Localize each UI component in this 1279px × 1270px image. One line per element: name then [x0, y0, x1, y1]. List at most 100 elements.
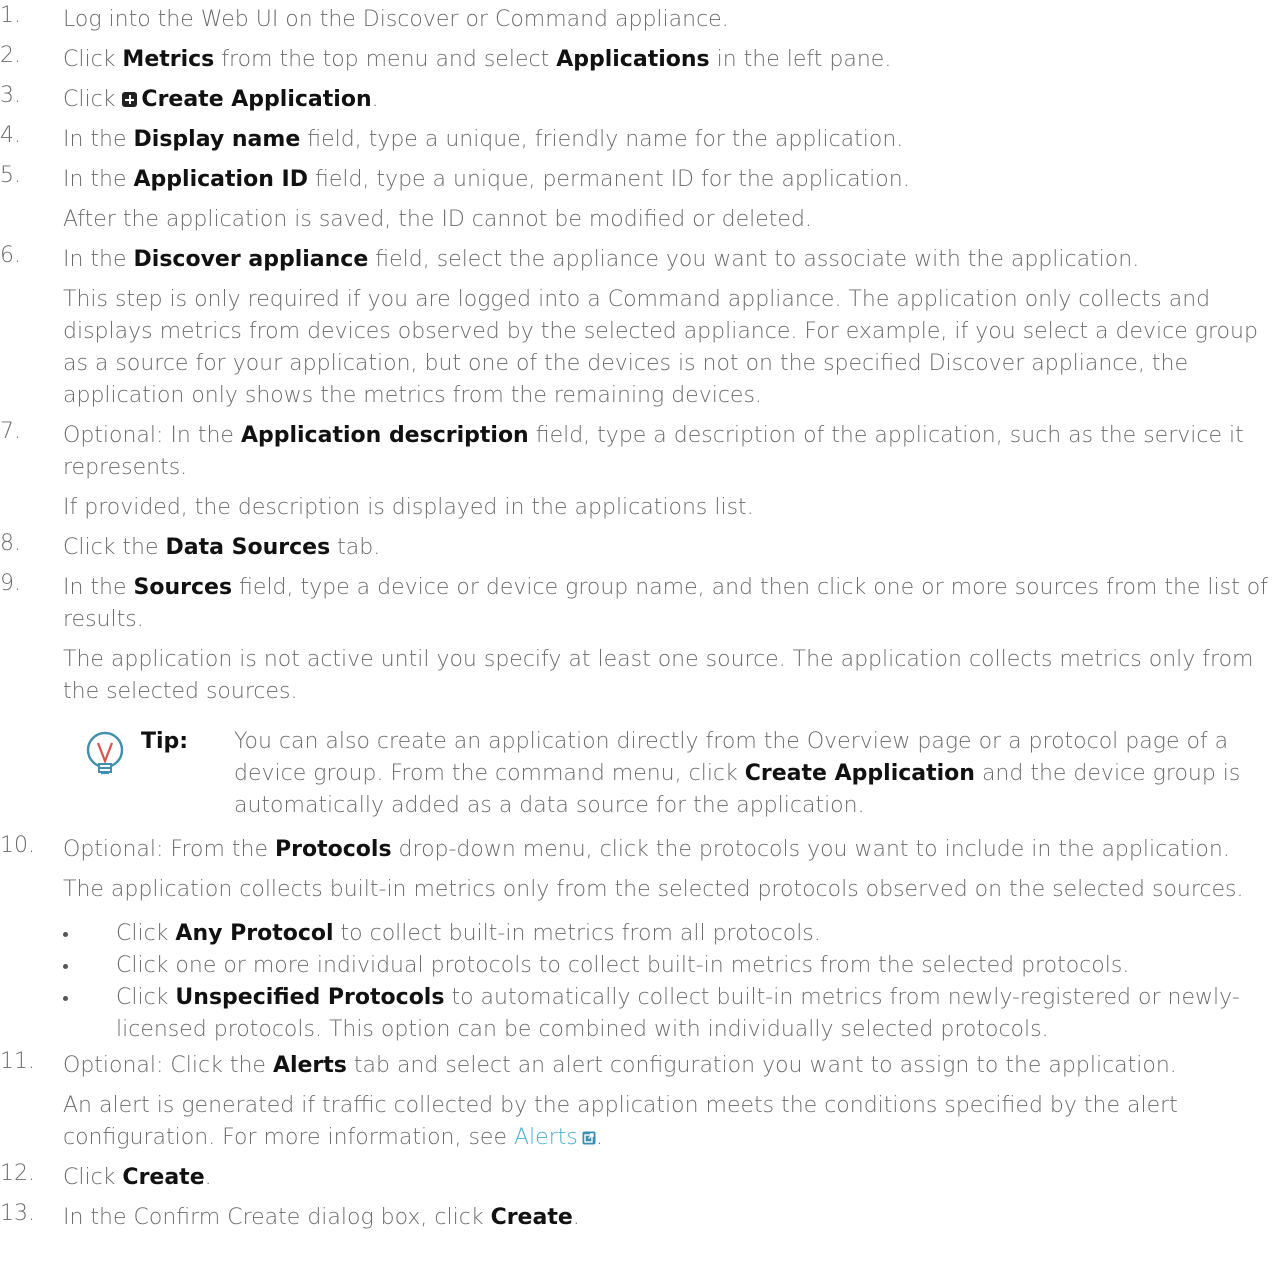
step-instruction: Optional: Click the Alerts tab and selec…	[63, 1046, 1279, 1086]
text-run: field, type a device or device group nam…	[63, 575, 1268, 632]
text-run: .	[371, 87, 379, 112]
step-5: 5. In the Application ID field, type a un…	[0, 160, 1279, 240]
text-run: Click one or more individual protocols t…	[116, 953, 1130, 978]
list-item: Click one or more individual protocols t…	[63, 950, 1279, 982]
external-link-icon[interactable]	[582, 1123, 596, 1145]
tip-label: Tip:	[141, 729, 189, 754]
step-3: 3. Click Create Application.	[0, 80, 1279, 120]
alerts-link[interactable]: Alerts	[514, 1125, 578, 1150]
text-run: field, type a unique, friendly name for …	[300, 127, 904, 152]
step-8: 8. Click the Data Sources tab.	[0, 528, 1279, 568]
step-number: 8.	[0, 531, 21, 556]
procedure-document: 1. Log into the Web UI on the Discover or…	[0, 0, 1279, 1238]
step-number: 12.	[0, 1161, 35, 1186]
ui-term: Create Application	[141, 87, 372, 112]
steps-list: 1. Log into the Web UI on the Discover or…	[0, 0, 1279, 1238]
list-item: Click Unspecified Protocols to automatic…	[63, 982, 1279, 1046]
step-12: 12. Click Create.	[0, 1158, 1279, 1198]
ui-term: Any Protocol	[175, 921, 334, 946]
step-instruction: In the Sources field, type a device or d…	[63, 568, 1279, 640]
text-run: .	[204, 1165, 212, 1190]
step-note: This step is only required if you are lo…	[63, 287, 1258, 408]
step-1: 1. Log into the Web UI on the Discover or…	[0, 0, 1279, 40]
ui-term: Application ID	[133, 167, 308, 192]
step-instruction: Click Create Application.	[63, 80, 1279, 120]
step-11: 11. Optional: Click the Alerts tab and se…	[0, 1046, 1279, 1158]
step-6: 6. In the Discover appliance field, selec…	[0, 240, 1279, 416]
text-run: from the top menu and select	[214, 47, 557, 72]
text-run: In the	[63, 127, 134, 152]
step-instruction: Optional: In the Application description…	[63, 416, 1279, 488]
step-number: 7.	[0, 419, 21, 444]
step-number: 11.	[0, 1049, 35, 1074]
step-number: 1.	[0, 3, 21, 28]
step-number: 9.	[0, 571, 21, 596]
text-run: .	[595, 1125, 603, 1150]
text-run: .	[572, 1205, 580, 1230]
step-instruction: Optional: From the Protocols drop-down m…	[63, 830, 1279, 870]
ui-term: Discover appliance	[133, 247, 369, 272]
step-4: 4. In the Display name field, type a uniq…	[0, 120, 1279, 160]
text-run: In the	[63, 167, 134, 192]
text-run: Click	[116, 985, 176, 1010]
list-item: Click Any Protocol to collect built-in m…	[63, 918, 1279, 950]
text-run: Click	[116, 921, 176, 946]
bullet-icon	[63, 932, 68, 937]
ui-term: Applications	[556, 47, 710, 72]
ui-term: Create	[122, 1165, 205, 1190]
step-note: An alert is generated if traffic collect…	[63, 1086, 1279, 1158]
step-note: The application is not active until you …	[63, 647, 1254, 704]
text-run: Log into the Web UI on the Discover or C…	[63, 7, 729, 32]
text-run: to collect built-in metrics from all pro…	[333, 921, 821, 946]
step-9: 9. In the Sources field, type a device or…	[0, 568, 1279, 822]
step-number: 4.	[0, 123, 21, 148]
text-run: In the	[63, 247, 134, 272]
text-run: in the left pane.	[709, 47, 892, 72]
text-run: tab.	[330, 535, 381, 560]
text-run: Optional: From the	[63, 837, 276, 862]
step-instruction: Log into the Web UI on the Discover or C…	[63, 0, 1279, 40]
lightbulb-icon	[84, 730, 126, 778]
ui-term: Sources	[133, 575, 233, 600]
step-instruction: Click the Data Sources tab.	[63, 528, 1279, 568]
bullet-icon	[63, 964, 68, 969]
text-run: Optional: Click the	[63, 1053, 273, 1078]
step-7: 7. Optional: In the Application descripti…	[0, 416, 1279, 528]
ui-term: Display name	[133, 127, 301, 152]
step-number: 13.	[0, 1201, 35, 1226]
step-13: 13. In the Confirm Create dialog box, cli…	[0, 1198, 1279, 1238]
step-instruction: In the Confirm Create dialog box, click …	[63, 1198, 1279, 1238]
step-number: 10.	[0, 833, 35, 858]
text-run: Optional: In the	[63, 423, 241, 448]
step-note: After the application is saved, the ID c…	[63, 207, 812, 232]
step-number: 5.	[0, 163, 21, 188]
step-note: If provided, the description is displaye…	[63, 495, 754, 520]
tip-callout: Tip: You can also create an application d…	[84, 726, 1279, 822]
text-run: An alert is generated if traffic collect…	[63, 1093, 1178, 1150]
step-10: 10. Optional: From the Protocols drop-dow…	[0, 830, 1279, 1046]
step-number: 6.	[0, 243, 21, 268]
tip-text: You can also create an application direc…	[141, 726, 1279, 822]
step-2: 2. Click Metrics from the top menu and se…	[0, 40, 1279, 80]
ui-term: Unspecified Protocols	[175, 985, 445, 1010]
step-instruction: Click Create.	[63, 1158, 1279, 1198]
text-run: drop-down menu, click the protocols you …	[391, 837, 1230, 862]
text-run: field, type a unique, permanent ID for t…	[307, 167, 910, 192]
bullet-icon	[63, 996, 68, 1001]
ui-term: Create Application	[744, 761, 975, 786]
ui-term: Application description	[240, 423, 529, 448]
step-instruction: In the Application ID field, type a uniq…	[63, 160, 1279, 200]
ui-term: Alerts	[272, 1053, 347, 1078]
step-instruction: In the Display name field, type a unique…	[63, 120, 1279, 160]
text-run: field, select the appliance you want to …	[368, 247, 1140, 272]
text-run: In the Confirm Create dialog box, click	[63, 1205, 491, 1230]
ui-term: Protocols	[275, 837, 392, 862]
ui-term: Create	[490, 1205, 573, 1230]
text-run: In the	[63, 575, 134, 600]
protocol-options-list: Click Any Protocol to collect built-in m…	[63, 918, 1279, 1046]
ui-term: Metrics	[122, 47, 215, 72]
plus-square-icon	[122, 92, 138, 107]
step-note: The application collects built-in metric…	[63, 877, 1244, 902]
text-run: Click	[63, 87, 123, 112]
step-number: 2.	[0, 43, 21, 68]
